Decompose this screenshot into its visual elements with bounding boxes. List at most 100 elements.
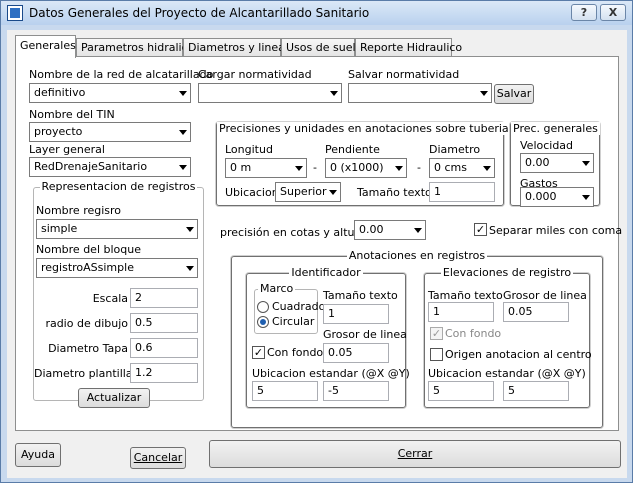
ident-ubic-y-input[interactable]: -5 xyxy=(323,381,389,401)
chevron-down-icon xyxy=(329,190,337,195)
cerrar-button[interactable]: Cerrar xyxy=(209,440,621,468)
tin-label: Nombre del TIN xyxy=(29,108,115,121)
origen-checkbox[interactable] xyxy=(430,348,443,361)
ident-grosor-input[interactable]: 0.05 xyxy=(323,343,389,363)
pendiente-combo[interactable]: 0 (x1000) xyxy=(325,158,407,178)
precisiones-group-title: Precisiones y unidades en anotaciones so… xyxy=(217,122,511,135)
help-button[interactable]: ? xyxy=(571,4,597,21)
nombre-registro-value: simple xyxy=(41,222,78,235)
chevron-down-icon xyxy=(186,266,194,271)
pendiente-label: Pendiente xyxy=(325,143,380,156)
elev-grosor-input[interactable]: 0.05 xyxy=(503,302,569,322)
radio-label: radio de dibujo xyxy=(45,317,128,330)
ident-tamano-input[interactable]: 1 xyxy=(323,304,389,324)
tamano-texto-label: Tamaño texto xyxy=(357,186,432,199)
ident-confondo-checkbox[interactable]: ✓ xyxy=(252,346,265,359)
salvar-button[interactable]: Salvar xyxy=(494,84,534,104)
tin-value: proyecto xyxy=(34,125,83,138)
chevron-down-icon xyxy=(179,130,187,135)
cotas-value: 0.00 xyxy=(359,223,384,236)
longitud-combo[interactable]: 0 m xyxy=(225,158,307,178)
chevron-down-icon xyxy=(480,91,488,96)
longitud-label: Longitud xyxy=(225,143,273,156)
separar-checkbox[interactable]: ✓ xyxy=(474,223,487,236)
app-icon xyxy=(7,5,23,21)
ubicacion-value: Superior xyxy=(280,185,327,198)
cotas-label: precisión en cotas y alturas xyxy=(220,226,372,239)
ident-ubic-x-input[interactable]: 5 xyxy=(252,381,318,401)
elev-ubic-y-input[interactable]: 5 xyxy=(503,381,569,401)
ident-tamano-label: Tamaño texto xyxy=(323,289,398,302)
identificador-title: Identificador xyxy=(289,266,363,279)
chevron-down-icon xyxy=(395,166,403,171)
elev-confondo-label: Con fondo xyxy=(445,327,502,340)
chevron-down-icon xyxy=(582,195,590,200)
escala-input[interactable]: 2 xyxy=(130,288,198,308)
nombre-registro-label: Nombre regisro xyxy=(36,204,122,217)
plantilla-input[interactable]: 1.2 xyxy=(130,363,198,383)
dialog-window: Datos Generales del Proyecto de Alcantar… xyxy=(0,0,633,483)
red-combo[interactable]: definitivo xyxy=(29,83,191,103)
tin-combo[interactable]: proyecto xyxy=(29,122,191,142)
chevron-down-icon xyxy=(186,227,194,232)
chevron-down-icon xyxy=(179,165,187,170)
cotas-combo[interactable]: 0.00 xyxy=(354,220,426,240)
tapa-label: Diametro Tapa xyxy=(48,342,128,355)
ident-ubic-label: Ubicacion estandar (@X @Y) xyxy=(252,367,410,380)
ident-confondo-label: Con fondo xyxy=(267,346,324,359)
chevron-down-icon xyxy=(483,166,491,171)
layer-combo[interactable]: RedDrenajeSanitario xyxy=(29,157,191,177)
tamano-texto-input[interactable]: 1 xyxy=(429,182,495,202)
cancelar-label: Cancelar xyxy=(133,451,183,464)
escala-label: Escala xyxy=(92,292,128,305)
anotaciones-title: Anotaciones en registros xyxy=(346,249,488,262)
red-value: definitivo xyxy=(34,86,86,99)
diametro-combo[interactable]: 0 cms xyxy=(429,158,495,178)
sep-dash-1: - xyxy=(313,161,317,174)
tab-diametros-lineas[interactable]: Diametros y lineas xyxy=(183,38,291,57)
bloque-combo[interactable]: registroASsimple xyxy=(36,258,198,278)
gastos-combo[interactable]: 0.000 xyxy=(520,187,594,207)
elev-tamano-input[interactable]: 1 xyxy=(428,302,494,322)
layer-value: RedDrenajeSanitario xyxy=(34,160,148,173)
ubicacion-combo[interactable]: Superior xyxy=(275,182,341,202)
cuadrado-radio[interactable] xyxy=(257,301,269,313)
elev-confondo-checkbox[interactable]: ✓ xyxy=(430,327,443,340)
bloque-value: registroASsimple xyxy=(41,261,134,274)
elevaciones-title: Elevaciones de registro xyxy=(440,266,574,279)
radio-input[interactable]: 0.5 xyxy=(130,313,198,333)
ayuda-button[interactable]: Ayuda xyxy=(15,443,61,467)
separar-label: Separar miles con coma xyxy=(489,224,623,237)
nombre-registro-combo[interactable]: simple xyxy=(36,219,198,239)
tab-panel-generales: Nombre de la red de alcatarillado defini… xyxy=(15,56,623,431)
title-bar[interactable]: Datos Generales del Proyecto de Alcantar… xyxy=(1,1,632,25)
elev-ubic-x-input[interactable]: 5 xyxy=(428,381,494,401)
tapa-input[interactable]: 0.6 xyxy=(130,338,198,358)
tab-generales[interactable]: Generales xyxy=(15,35,76,58)
tab-usos-suelo[interactable]: Usos de suelo xyxy=(281,38,362,57)
cuadrado-label: Cuadrado xyxy=(272,300,326,313)
close-button[interactable]: X xyxy=(600,4,626,21)
chevron-down-icon xyxy=(295,166,303,171)
window-title: Datos Generales del Proyecto de Alcantar… xyxy=(29,6,370,20)
registros-group-title: Representacion de registros xyxy=(39,180,198,193)
ubicacion-label: Ubicacion xyxy=(225,186,279,199)
layer-label: Layer general xyxy=(29,143,105,156)
cargar-combo[interactable] xyxy=(198,83,342,103)
chevron-down-icon xyxy=(414,228,422,233)
dialog-client: Generales Parametros hidralica Diametros… xyxy=(7,30,627,478)
tab-parametros-hidralica[interactable]: Parametros hidralica xyxy=(76,38,194,57)
actualizar-button[interactable]: Actualizar xyxy=(78,388,150,408)
bloque-label: Nombre del bloque xyxy=(36,243,141,256)
identificador-group: Identificador Marco Cuadrado Circular Ta… xyxy=(246,266,410,408)
cancelar-button[interactable]: Cancelar xyxy=(130,447,186,469)
salvar-combo[interactable] xyxy=(348,83,492,103)
velocidad-combo[interactable]: 0.00 xyxy=(520,153,594,173)
circular-radio[interactable] xyxy=(257,316,269,328)
registros-group: Representacion de registros Nombre regis… xyxy=(33,180,204,408)
prec-generales-group: Prec. generales Velocidad 0.00 Gastos 0.… xyxy=(510,122,600,207)
tab-reporte-hidraulico[interactable]: Reporte Hidraulico xyxy=(355,38,462,57)
sep-dash-2: - xyxy=(417,161,421,174)
elevaciones-group: Elevaciones de registro Tamaño texto 1 G… xyxy=(424,266,592,408)
prec-generales-title: Prec. generales xyxy=(511,122,600,135)
